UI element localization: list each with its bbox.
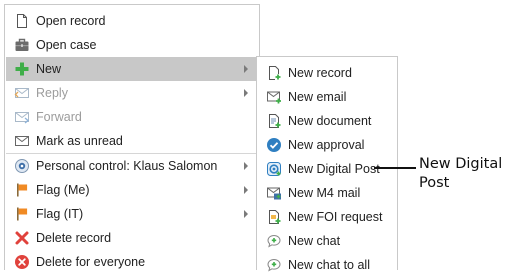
- foi-request-icon: [266, 209, 282, 225]
- plus-icon: [14, 61, 30, 77]
- submenu-item-new-m4-mail[interactable]: New M4 mail: [258, 181, 396, 205]
- menu-item-new[interactable]: New: [6, 57, 258, 81]
- callout-label: New Digital Post: [419, 156, 503, 191]
- submenu-item-new-digital-post[interactable]: New Digital Post: [258, 157, 396, 181]
- submenu-item-new-chat[interactable]: New chat: [258, 229, 396, 253]
- submenu-arrow-icon: [244, 89, 248, 97]
- submenu-arrow-icon: [244, 210, 248, 218]
- delete-x-icon: [14, 230, 30, 246]
- submenu-arrow-icon: [244, 65, 248, 73]
- menu-item-label: Delete record: [36, 231, 112, 245]
- menu-item-forward[interactable]: Forward: [6, 105, 258, 129]
- eye-icon: [14, 158, 30, 174]
- submenu-arrow-icon: [244, 162, 248, 170]
- menu-item-label: Open case: [36, 38, 97, 52]
- flag-icon: [14, 206, 30, 222]
- menu-item-label: Reply: [36, 86, 68, 100]
- m4-mail-icon: [266, 185, 282, 201]
- submenu-item-new-approval[interactable]: New approval: [258, 133, 396, 157]
- menu-item-label: New approval: [288, 138, 365, 152]
- menu-item-label: New: [36, 62, 62, 76]
- new-record-icon: [266, 65, 282, 81]
- chat-icon: [266, 233, 282, 249]
- envelope-icon: [14, 133, 30, 149]
- menu-item-label: New email: [288, 90, 347, 104]
- menu-item-label: Delete for everyone: [36, 255, 146, 269]
- menu-item-label: Flag (IT): [36, 207, 84, 221]
- menu-item-label: New M4 mail: [288, 186, 361, 200]
- callout-line: [374, 167, 416, 169]
- context-menu: Open record Open case New Reply Forward …: [4, 4, 260, 270]
- menu-item-label: Mark as unread: [36, 134, 123, 148]
- menu-item-label: New document: [288, 114, 372, 128]
- briefcase-icon: [14, 37, 30, 53]
- menu-item-delete-for-everyone[interactable]: Delete for everyone: [6, 250, 258, 274]
- menu-item-mark-unread[interactable]: Mark as unread: [6, 129, 258, 153]
- menu-item-delete-record[interactable]: Delete record: [6, 226, 258, 250]
- menu-item-label: Forward: [36, 110, 82, 124]
- menu-item-label: Flag (Me): [36, 183, 90, 197]
- new-document-icon: [266, 113, 282, 129]
- submenu-item-new-chat-to-all[interactable]: New chat to all: [258, 253, 396, 277]
- menu-item-label: Personal control: Klaus Salomon: [36, 159, 218, 173]
- reply-icon: [14, 85, 30, 101]
- approval-icon: [266, 137, 282, 153]
- forward-icon: [14, 109, 30, 125]
- menu-item-label: Open record: [36, 14, 106, 28]
- submenu-item-new-document[interactable]: New document: [258, 109, 396, 133]
- menu-item-label: New Digital Post: [288, 162, 380, 176]
- menu-item-reply[interactable]: Reply: [6, 81, 258, 105]
- chat-all-icon: [266, 257, 282, 273]
- document-icon: [14, 13, 30, 29]
- menu-item-flag-me[interactable]: Flag (Me): [6, 178, 258, 202]
- menu-item-open-case[interactable]: Open case: [6, 33, 258, 57]
- menu-item-label: New chat: [288, 234, 341, 248]
- menu-item-flag-it[interactable]: Flag (IT): [6, 202, 258, 226]
- menu-item-label: New FOI request: [288, 210, 383, 224]
- digital-post-icon: [266, 161, 282, 177]
- new-email-icon: [266, 89, 282, 105]
- submenu-item-new-email[interactable]: New email: [258, 85, 396, 109]
- submenu-item-new-record[interactable]: New record: [258, 61, 396, 85]
- menu-item-label: New record: [288, 66, 352, 80]
- delete-circle-icon: [14, 254, 30, 270]
- submenu-item-new-foi-request[interactable]: New FOI request: [258, 205, 396, 229]
- menu-item-open-record[interactable]: Open record: [6, 9, 258, 33]
- flag-icon: [14, 182, 30, 198]
- menu-item-personal-control[interactable]: Personal control: Klaus Salomon: [6, 154, 258, 178]
- submenu-arrow-icon: [244, 186, 248, 194]
- new-submenu: New record New email New document New ap…: [256, 56, 398, 272]
